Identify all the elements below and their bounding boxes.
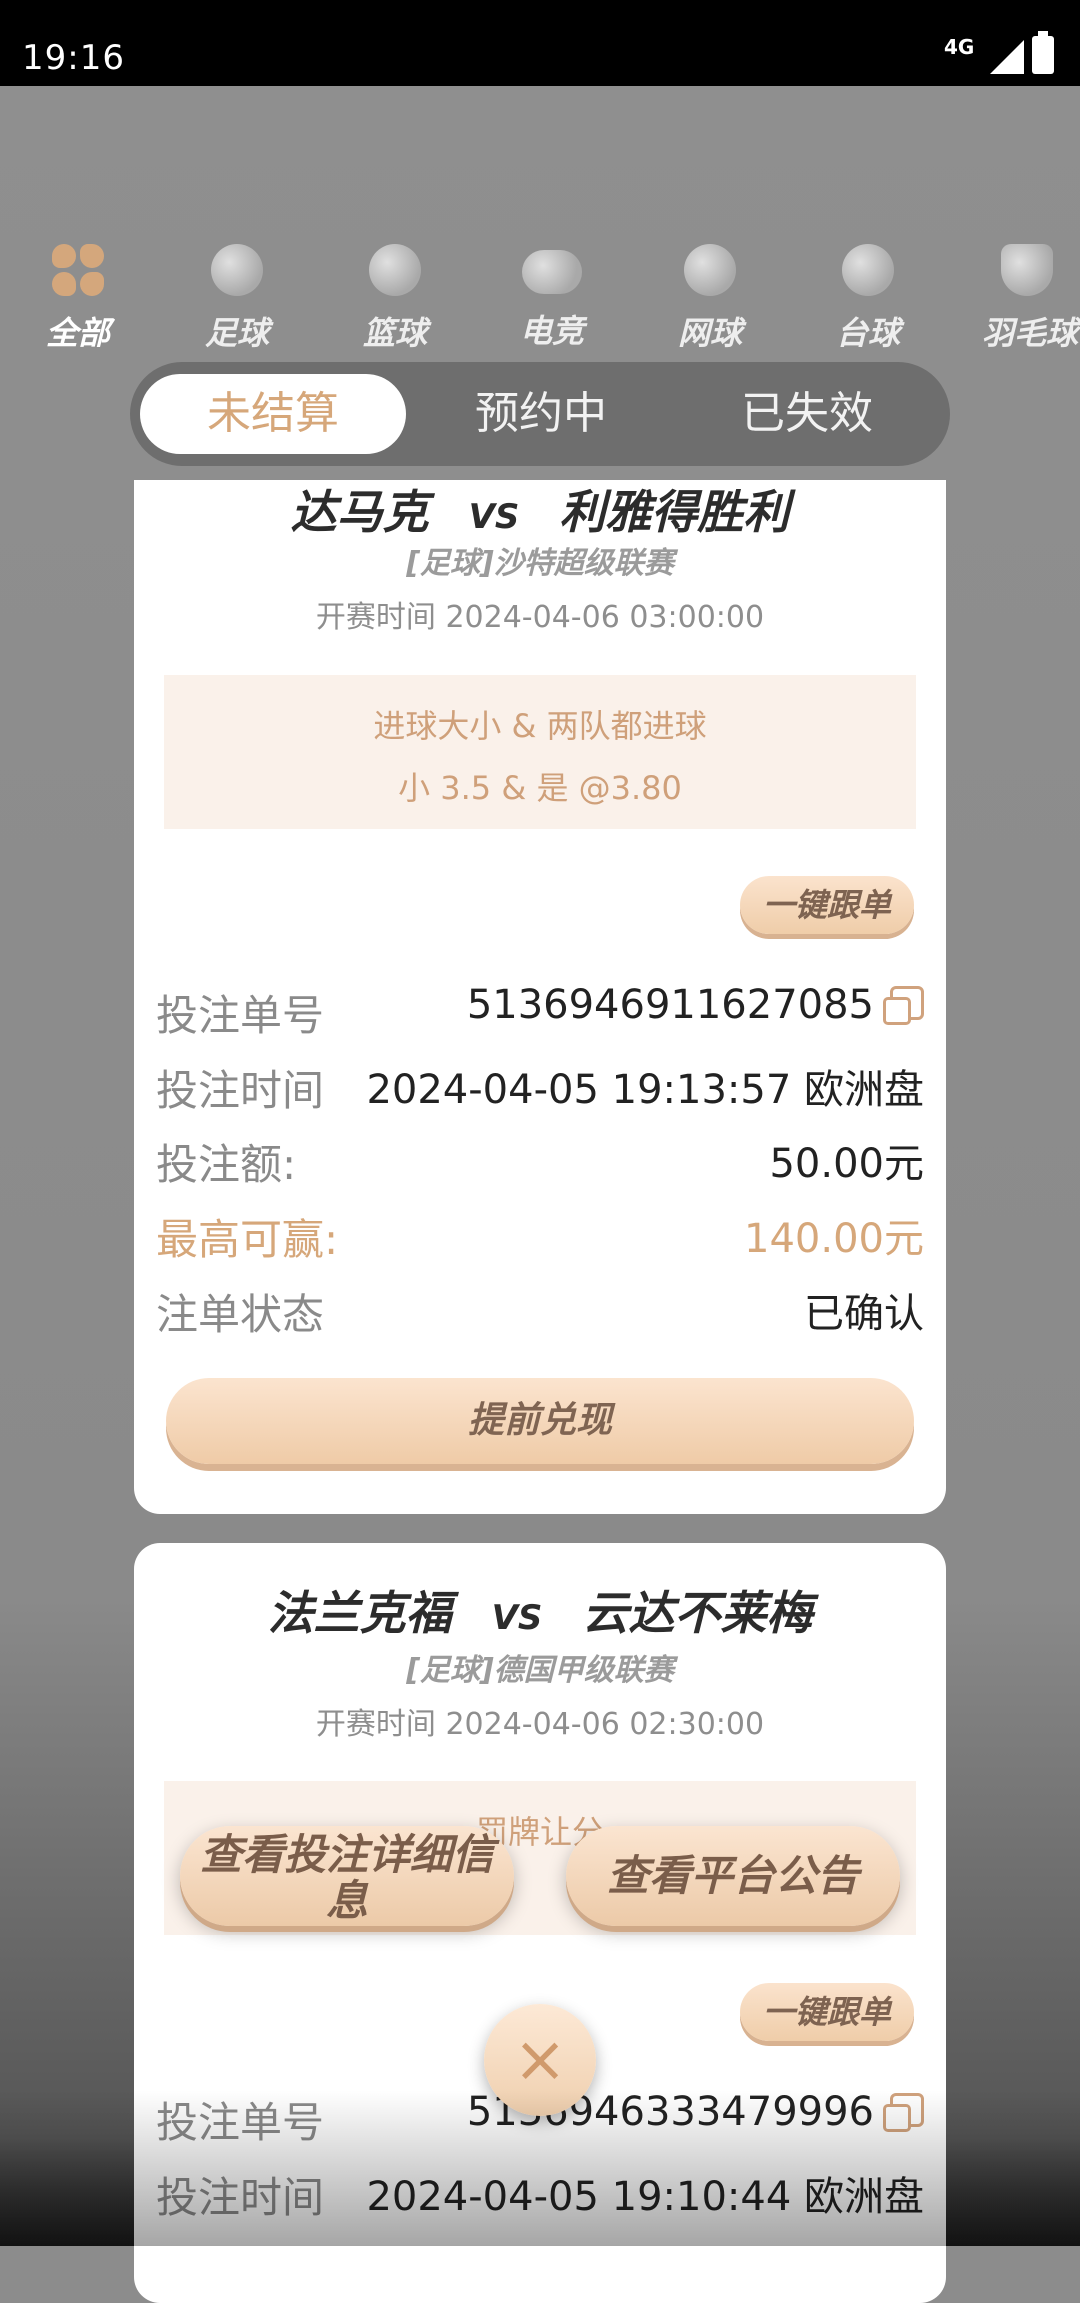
- category-all[interactable]: 全部: [3, 240, 153, 354]
- bet-time-label: 投注时间: [156, 1066, 325, 1115]
- kickoff-time: 开赛时间 2024-04-06 03:00:00: [315, 600, 765, 635]
- away-team: 云达不莱梅: [582, 1586, 813, 1640]
- category-billiards[interactable]: 台球: [793, 240, 943, 354]
- follow-bet-button[interactable]: 一键跟单: [740, 876, 914, 934]
- category-badminton[interactable]: 羽毛球: [952, 240, 1080, 354]
- follow-bet-button[interactable]: 一键跟单: [740, 1983, 914, 2041]
- stake-value: 50.00元: [769, 1141, 924, 1187]
- category-basketball[interactable]: 篮球: [320, 240, 470, 354]
- gamepad-icon: [522, 250, 582, 294]
- vs-label: VS: [468, 497, 520, 537]
- stake-row: 投注额: 50.00元: [156, 1131, 924, 1191]
- league-name: [足球]德国甲级联赛: [406, 1653, 674, 1688]
- match-title: 达马克 VS 利雅得胜利: [134, 480, 946, 542]
- stake-label: 投注额:: [156, 1140, 297, 1189]
- bet-time-row: 投注时间 2024-04-05 19:13:57 欧洲盘: [156, 1057, 924, 1117]
- max-win-row: 最高可赢: 140.00元: [156, 1206, 924, 1266]
- kickoff-time: 开赛时间 2024-04-06 02:30:00: [315, 1707, 765, 1742]
- category-label: 篮球: [362, 314, 427, 352]
- signal-icon: [990, 40, 1024, 74]
- category-tennis[interactable]: 网球: [635, 240, 785, 354]
- view-bet-details-button[interactable]: 查看投注详细信息: [180, 1826, 514, 1926]
- close-icon[interactable]: ×: [484, 2004, 596, 2116]
- tab-expired[interactable]: 已失效: [674, 374, 940, 454]
- home-team: 达马克: [290, 485, 429, 539]
- status-value: 已确认: [804, 1291, 924, 1337]
- away-team: 利雅得胜利: [559, 485, 790, 539]
- max-win-value: 140.00元: [744, 1216, 924, 1262]
- bet-card: 达马克 VS 利雅得胜利 [足球]沙特超级联赛 开赛时间 2024-04-06 03…: [134, 480, 946, 1514]
- tennis-icon: [684, 244, 736, 296]
- category-label: 全部: [45, 314, 110, 352]
- status-row: 注单状态 已确认: [156, 1281, 924, 1341]
- battery-icon: [1032, 31, 1054, 74]
- status-bar: 19:16 4G: [0, 0, 1080, 86]
- category-football[interactable]: 足球: [162, 240, 312, 354]
- tab-reserved[interactable]: 预约中: [408, 374, 674, 454]
- category-label: 网球: [677, 314, 742, 352]
- sport-category-bar: 全部 足球 篮球 电竞 网球 台球 羽毛球: [0, 240, 1080, 352]
- clock: 19:16: [22, 38, 125, 78]
- home-team: 法兰克福: [267, 1586, 452, 1640]
- category-label: 足球: [204, 314, 269, 352]
- copy-icon[interactable]: [883, 986, 924, 1025]
- max-win-label: 最高可赢:: [156, 1215, 339, 1264]
- bet-selection-box: 进球大小 & 两队都进球 小 3.5 & 是 @3.80: [164, 675, 916, 829]
- match-title: 法兰克福 VS 云达不莱梅: [134, 1577, 946, 1643]
- bet-status-tabs: 未结算 预约中 已失效: [130, 362, 950, 466]
- cash-out-button[interactable]: 提前兑现: [166, 1378, 914, 1464]
- market-name: 进球大小 & 两队都进球: [373, 707, 707, 745]
- status-label: 注单状态: [156, 1290, 325, 1339]
- shuttlecock-icon: [1001, 244, 1053, 296]
- category-label: 羽毛球: [982, 314, 1079, 352]
- category-label: 电竞: [519, 312, 584, 350]
- order-number-row: 投注单号 5136946911627085: [156, 982, 924, 1042]
- football-icon: [211, 244, 263, 296]
- category-esports[interactable]: 电竞: [477, 240, 627, 352]
- selection-odds: 小 3.5 & 是 @3.80: [398, 769, 682, 807]
- network-type: 4G: [944, 35, 975, 59]
- basketball-icon: [369, 244, 421, 296]
- bet-time-label: 投注时间: [156, 2173, 325, 2222]
- category-label: 台球: [835, 314, 900, 352]
- vs-label: VS: [491, 1598, 543, 1638]
- view-announcement-button[interactable]: 查看平台公告: [566, 1826, 900, 1926]
- billiards-icon: [842, 244, 894, 296]
- copy-icon[interactable]: [883, 2093, 924, 2132]
- league-name: [足球]沙特超级联赛: [406, 546, 674, 581]
- bet-time-value: 2024-04-05 19:13:57 欧洲盘: [366, 1067, 924, 1113]
- all-clover-icon: [52, 244, 104, 296]
- order-number-label: 投注单号: [156, 991, 325, 1040]
- tab-unsettled[interactable]: 未结算: [140, 374, 406, 454]
- bet-time-row: 投注时间 2024-04-05 19:10:44 欧洲盘: [156, 2164, 924, 2224]
- bet-time-value: 2024-04-05 19:10:44 欧洲盘: [366, 2174, 924, 2220]
- order-number-value: 5136946911627085: [466, 982, 874, 1028]
- order-number-label: 投注单号: [156, 2098, 325, 2147]
